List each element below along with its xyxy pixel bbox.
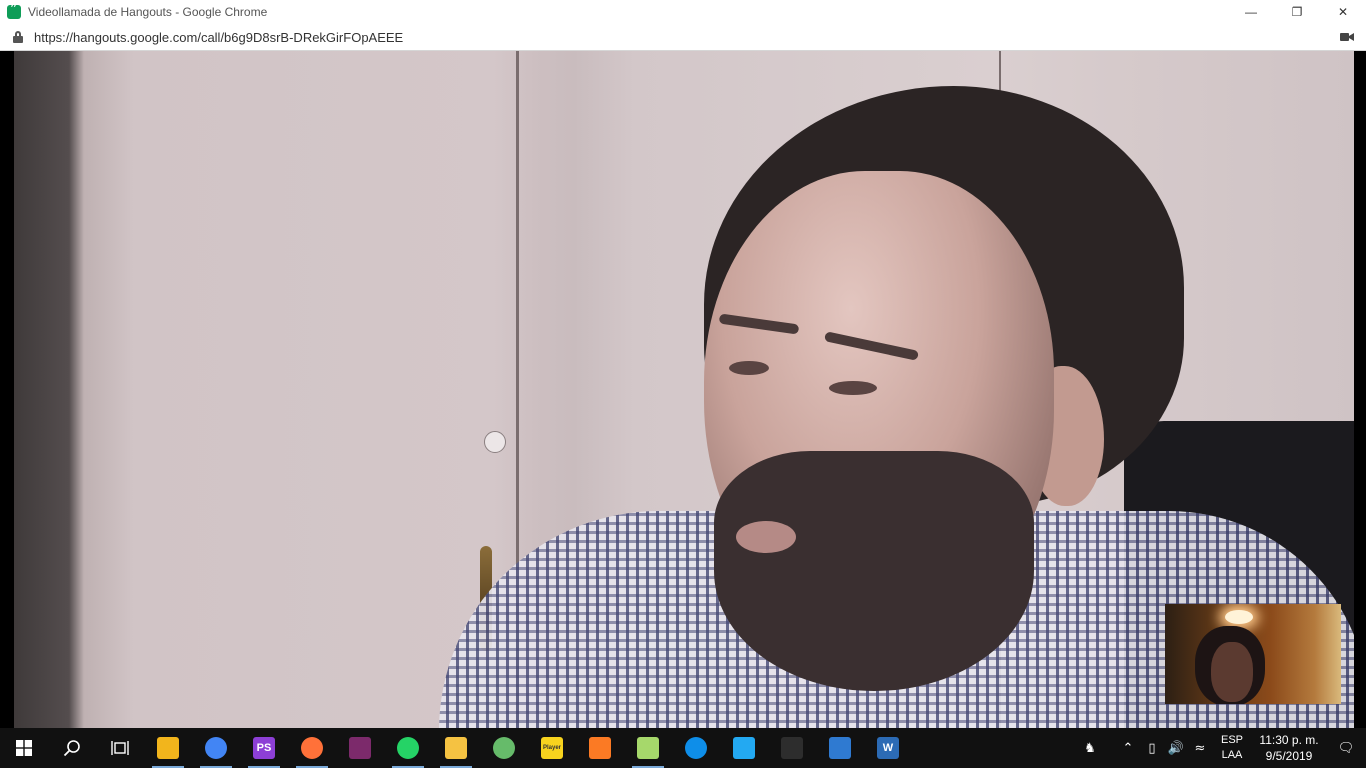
system-tray: ♞ ⌃ ▯ 🔊 ≈ ESP LAA 11:30 p. m. 9/5/2019 🗨 <box>1078 728 1366 768</box>
lamp-light <box>1225 610 1253 624</box>
volume-icon[interactable]: 🔊 <box>1164 728 1188 768</box>
windows-logo-icon <box>16 740 32 756</box>
lips <box>736 521 796 553</box>
camera-icon[interactable] <box>1340 31 1354 43</box>
taskbar-app-phpstorm[interactable]: PS <box>240 728 288 768</box>
clock[interactable]: 11:30 p. m. 9/5/2019 <box>1252 732 1326 764</box>
notifications-icon[interactable]: 🗨 <box>1326 728 1366 768</box>
eye <box>729 361 769 375</box>
taskbar-app-player[interactable]: Player <box>528 728 576 768</box>
start-button[interactable] <box>0 728 48 768</box>
keyboard-layout: LAA <box>1221 749 1243 761</box>
taskbar-app-yellow-app[interactable] <box>144 728 192 768</box>
task-view-icon <box>111 741 129 755</box>
taskbar-apps: PS Player W <box>144 728 912 768</box>
search-icon <box>63 740 80 757</box>
taskbar-app-vscode[interactable] <box>720 728 768 768</box>
chrome-icon <box>205 737 227 759</box>
word-editor-icon: W <box>877 737 899 759</box>
show-hidden-icons-icon[interactable]: ⌃ <box>1116 728 1140 768</box>
task-view-button[interactable] <box>96 728 144 768</box>
minimize-button[interactable]: — <box>1228 0 1274 24</box>
windows-taskbar: PS Player W ♞ ⌃ ▯ 🔊 ≈ ESP LAA 11:30 p. m. … <box>0 728 1366 768</box>
taskbar-app-atom[interactable] <box>480 728 528 768</box>
lock-icon[interactable] <box>13 31 23 43</box>
self-face <box>1211 642 1253 702</box>
taskbar-app-terminal[interactable] <box>768 728 816 768</box>
taskbar-app-teamviewer[interactable] <box>672 728 720 768</box>
window-titlebar: Videollamada de Hangouts - Google Chrome… <box>0 0 1366 24</box>
vscode-icon <box>733 737 755 759</box>
teamviewer-icon <box>685 737 707 759</box>
notepad-plus-icon <box>637 737 659 759</box>
restore-button[interactable]: ❐ <box>1274 0 1320 24</box>
app-window-icon <box>829 737 851 759</box>
close-button[interactable]: ✕ <box>1320 0 1366 24</box>
search-button[interactable] <box>48 728 96 768</box>
phpstorm-icon: PS <box>253 737 275 759</box>
taskbar-app-app-window[interactable] <box>816 728 864 768</box>
clock-time: 11:30 p. m. <box>1259 733 1319 747</box>
winrar-icon <box>349 737 371 759</box>
eye <box>829 381 877 395</box>
terminal-icon <box>781 737 803 759</box>
beard <box>714 451 1034 691</box>
firefox-icon <box>301 737 323 759</box>
taskbar-app-whatsapp[interactable] <box>384 728 432 768</box>
clock-date: 9/5/2019 <box>1265 749 1313 763</box>
people-icon[interactable]: ♞ <box>1078 728 1102 768</box>
taskbar-app-notepad-plus[interactable] <box>624 728 672 768</box>
window-title: Videollamada de Hangouts - Google Chrome <box>28 5 268 19</box>
input-language[interactable]: ESP LAA <box>1212 733 1252 763</box>
whatsapp-icon <box>397 737 419 759</box>
battery-icon[interactable]: ▯ <box>1140 728 1164 768</box>
door-knob <box>484 431 506 453</box>
xampp-icon <box>589 737 611 759</box>
file-explorer-icon <box>445 737 467 759</box>
taskbar-app-file-explorer[interactable] <box>432 728 480 768</box>
address-bar[interactable]: https://hangouts.google.com/call/b6g9D8s… <box>0 24 1366 51</box>
player-icon: Player <box>541 737 563 759</box>
taskbar-app-chrome[interactable] <box>192 728 240 768</box>
taskbar-app-xampp[interactable] <box>576 728 624 768</box>
taskbar-app-winrar[interactable] <box>336 728 384 768</box>
taskbar-app-firefox[interactable] <box>288 728 336 768</box>
wifi-icon[interactable]: ≈ <box>1188 728 1212 768</box>
hangouts-icon <box>7 2 21 19</box>
remote-video-feed[interactable] <box>14 51 1354 728</box>
url-text[interactable]: https://hangouts.google.com/call/b6g9D8s… <box>34 30 403 45</box>
window-controls: — ❐ ✕ <box>1228 0 1366 24</box>
taskbar-app-word-editor[interactable]: W <box>864 728 912 768</box>
self-view-preview[interactable] <box>1165 604 1341 704</box>
language-code: ESP <box>1220 734 1243 746</box>
yellow-app-icon <box>157 737 179 759</box>
atom-icon <box>493 737 515 759</box>
